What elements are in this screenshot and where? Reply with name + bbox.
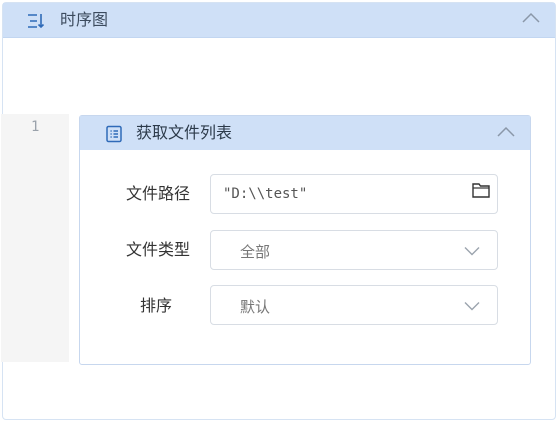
file-type-value: 全部 [240, 243, 271, 261]
chevron-down-icon [464, 247, 480, 256]
file-path-label: 文件路径 [125, 184, 190, 203]
folder-icon[interactable] [471, 181, 491, 199]
sequence-list-icon [28, 14, 45, 29]
panel-header: 时序图 [3, 3, 555, 38]
line-number: 1 [31, 119, 40, 135]
get-file-list-step[interactable]: 获取文件列表 文件路径 "D:\\test" 文件类型 全部 排序 默认 [79, 115, 531, 365]
step-collapse-icon[interactable] [496, 125, 516, 139]
file-type-label: 文件类型 [125, 240, 190, 259]
file-path-value: "D:\\test" [223, 186, 308, 202]
step-title: 获取文件列表 [136, 123, 233, 142]
panel-collapse-icon[interactable] [521, 11, 541, 25]
file-type-select[interactable]: 全部 [210, 230, 498, 270]
sort-value: 默认 [240, 298, 271, 316]
sort-select[interactable]: 默认 [210, 285, 498, 325]
document-list-icon [106, 125, 122, 143]
sort-label: 排序 [139, 296, 172, 315]
chevron-down-icon [464, 302, 480, 311]
panel-title: 时序图 [60, 10, 109, 29]
line-gutter [1, 114, 69, 362]
step-header[interactable]: 获取文件列表 [80, 116, 530, 150]
file-path-input[interactable]: "D:\\test" [210, 174, 498, 214]
